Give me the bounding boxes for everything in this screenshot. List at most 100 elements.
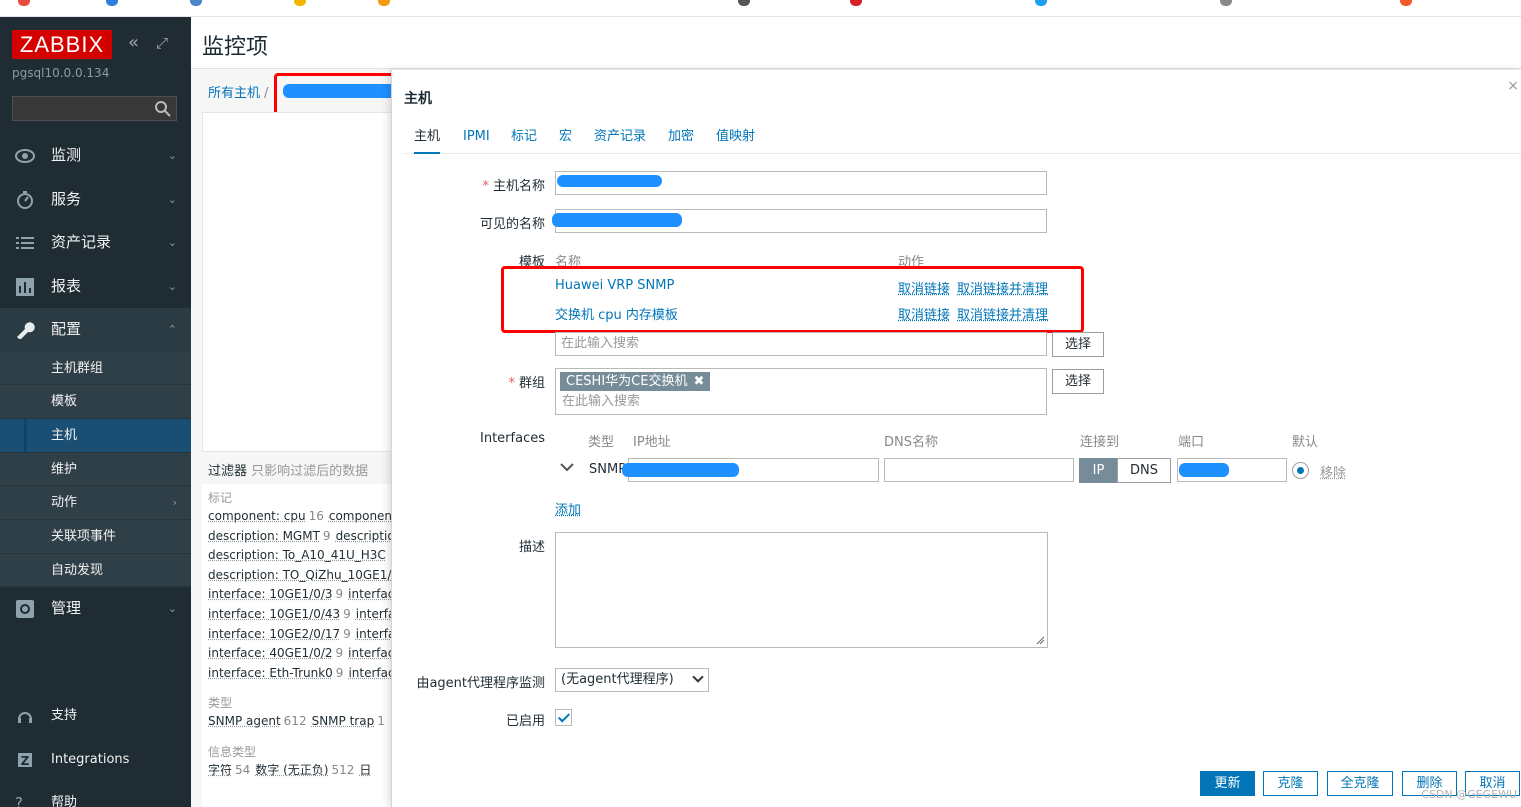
breadcrumb: 所有主机 / [208, 82, 272, 101]
tab-macros[interactable]: 宏 [559, 128, 572, 154]
tag-count: 9 [343, 626, 351, 641]
type-link[interactable]: SNMP agent [208, 714, 281, 728]
iface-dns-field[interactable] [884, 458, 1074, 482]
search-icon[interactable] [154, 100, 172, 118]
tag-link[interactable]: interfac [348, 666, 392, 680]
sidebar-search-input[interactable] [13, 97, 153, 120]
menu-item-services[interactable]: 服务 ⌄ [0, 178, 191, 222]
type-link[interactable]: SNMP trap [312, 714, 375, 728]
tab-ipmi[interactable]: IPMI [463, 128, 490, 154]
kiosk-mode-icon[interactable]: ⤢ [156, 33, 168, 53]
tag-link[interactable]: description: TO_QiZhu_10GE1/ [208, 568, 391, 582]
resize-handle-icon[interactable] [1036, 636, 1045, 645]
add-interface-button[interactable]: 添加 [555, 499, 581, 518]
tag-link[interactable]: component: cpu [208, 509, 306, 523]
bookmark-icon[interactable] [18, 0, 30, 6]
select-group-button[interactable]: 选择 [1052, 369, 1104, 394]
menu-item-integrations[interactable]: Z Integrations [0, 738, 191, 782]
bookmark-icon[interactable] [106, 0, 118, 6]
tag-count: 9 [335, 587, 344, 602]
sidebar-item-maintenance[interactable]: 维护 [0, 453, 191, 487]
wrench-icon [17, 322, 35, 339]
bookmark-icon[interactable] [738, 0, 750, 6]
tag-link[interactable]: interface: 10GE2/0/17 [208, 627, 340, 641]
select-template-button[interactable]: 选择 [1052, 332, 1104, 357]
dialog-tabs: 主机 IPMI 标记 宏 资产记录 加密 值映射 [403, 128, 1521, 154]
chevron-down-icon [692, 671, 704, 683]
proxy-select[interactable]: (无agent代理程序) [555, 668, 709, 692]
full-clone-button[interactable]: 全克隆 [1327, 771, 1393, 796]
description-label: 描述 [518, 540, 545, 555]
connect-dns-toggle[interactable]: DNS [1117, 458, 1171, 483]
tag-link[interactable]: interfa [356, 627, 392, 641]
sidebar-item-discovery[interactable]: 自动发现 [0, 554, 191, 588]
sidebar-item-event-correlation[interactable]: 关联项事件 [0, 520, 191, 554]
menu-item-inventory[interactable]: 资产记录 ⌄ [0, 221, 191, 265]
info-link[interactable]: 数字 (无正负) [255, 763, 328, 777]
description-textarea[interactable] [555, 532, 1048, 648]
tag-link[interactable]: interfa [356, 607, 392, 621]
tag-link[interactable]: interfac [348, 587, 392, 601]
remove-chip-icon[interactable]: ✖ [693, 374, 704, 389]
groups-label-text: 群组 [518, 376, 545, 391]
proxy-select-value: (无agent代理程序) [561, 672, 674, 687]
default-interface-radio[interactable] [1292, 462, 1309, 479]
tab-encryption[interactable]: 加密 [668, 128, 694, 154]
enabled-label: 已启用 [505, 714, 545, 729]
list-icon [16, 237, 34, 249]
tab-inventory[interactable]: 资产记录 [594, 128, 646, 154]
tag-link[interactable]: interface: 10GE1/0/3 [208, 587, 333, 601]
bar-chart-icon [16, 277, 34, 296]
remove-interface-button[interactable]: 移除 [1320, 462, 1346, 481]
menu-item-help[interactable]: ? 帮助 [0, 781, 191, 807]
info-link[interactable]: 字符 [208, 763, 232, 777]
tab-value-mapping[interactable]: 值映射 [716, 128, 755, 154]
tag-link[interactable]: interface: Eth-Trunk0 [208, 666, 333, 680]
groups-field[interactable]: CESHI华为CE交换机 ✖ 在此输入搜索 [555, 368, 1047, 415]
tab-host[interactable]: 主机 [414, 128, 441, 154]
sidebar-item-host-groups[interactable]: 主机群组 [0, 352, 191, 386]
menu-item-monitoring[interactable]: 监测 ⌄ [0, 134, 191, 178]
watermark: CSDN @GEGEWU [1421, 788, 1517, 801]
breadcrumb-all-hosts[interactable]: 所有主机 [208, 86, 260, 101]
tag-link[interactable]: interface: 40GE1/0/2 [208, 646, 333, 660]
collapse-sidebar-icon[interactable]: « [128, 33, 139, 53]
info-link[interactable]: 日 [359, 763, 371, 777]
tab-tags[interactable]: 标记 [511, 128, 537, 154]
bookmark-icon[interactable] [378, 0, 390, 6]
zabbix-logo[interactable]: ZABBIX [12, 30, 112, 59]
tag-link[interactable]: componen [329, 509, 392, 523]
close-icon[interactable]: × [1507, 78, 1519, 94]
bookmark-icon[interactable] [850, 0, 862, 6]
bookmark-icon[interactable] [294, 0, 306, 6]
section-heading: 信息类型 [208, 744, 257, 759]
tag-link[interactable]: descriptio [336, 529, 392, 543]
clone-button[interactable]: 克隆 [1263, 771, 1318, 796]
bookmark-icon[interactable] [1035, 0, 1047, 6]
update-button[interactable]: 更新 [1200, 771, 1255, 796]
sidebar-item-actions[interactable]: 动作 › [0, 486, 191, 520]
menu-item-administration[interactable]: 管理 ⌄ [0, 587, 191, 631]
group-search-placeholder: 在此输入搜索 [562, 394, 641, 409]
bookmark-icon[interactable] [1400, 0, 1412, 6]
page-header: 监控项 [191, 17, 1521, 69]
filter-label[interactable]: 过滤器 [208, 464, 247, 479]
chevron-down-icon[interactable] [560, 463, 574, 473]
sidebar-item-templates[interactable]: 模板 [0, 385, 191, 419]
connect-ip-toggle[interactable]: IP [1079, 458, 1118, 483]
tag-link[interactable]: description: MGMT [208, 529, 320, 543]
menu-item-reports[interactable]: 报表 ⌄ [0, 265, 191, 309]
template-search-placeholder: 在此输入搜索 [561, 336, 640, 351]
tag-row: description: To_A10_41U_H3C [202, 546, 392, 566]
tag-link[interactable]: interfac [348, 646, 392, 660]
template-search-field[interactable]: 在此输入搜索 [555, 332, 1047, 356]
bookmark-icon[interactable] [1220, 0, 1232, 6]
enabled-checkbox[interactable] [555, 709, 572, 726]
menu-item-configuration[interactable]: 配置 ⌃ [0, 308, 191, 352]
bookmark-icon[interactable] [190, 0, 202, 6]
menu-item-support[interactable]: 支持 [0, 694, 191, 738]
tag-link[interactable]: description: To_A10_41U_H3C [208, 548, 386, 562]
tag-row: interface: 40GE1/0/2 9 interfac [202, 644, 392, 664]
sidebar-item-hosts[interactable]: 主机 [0, 418, 191, 453]
tag-link[interactable]: interface: 10GE1/0/43 [208, 607, 340, 621]
